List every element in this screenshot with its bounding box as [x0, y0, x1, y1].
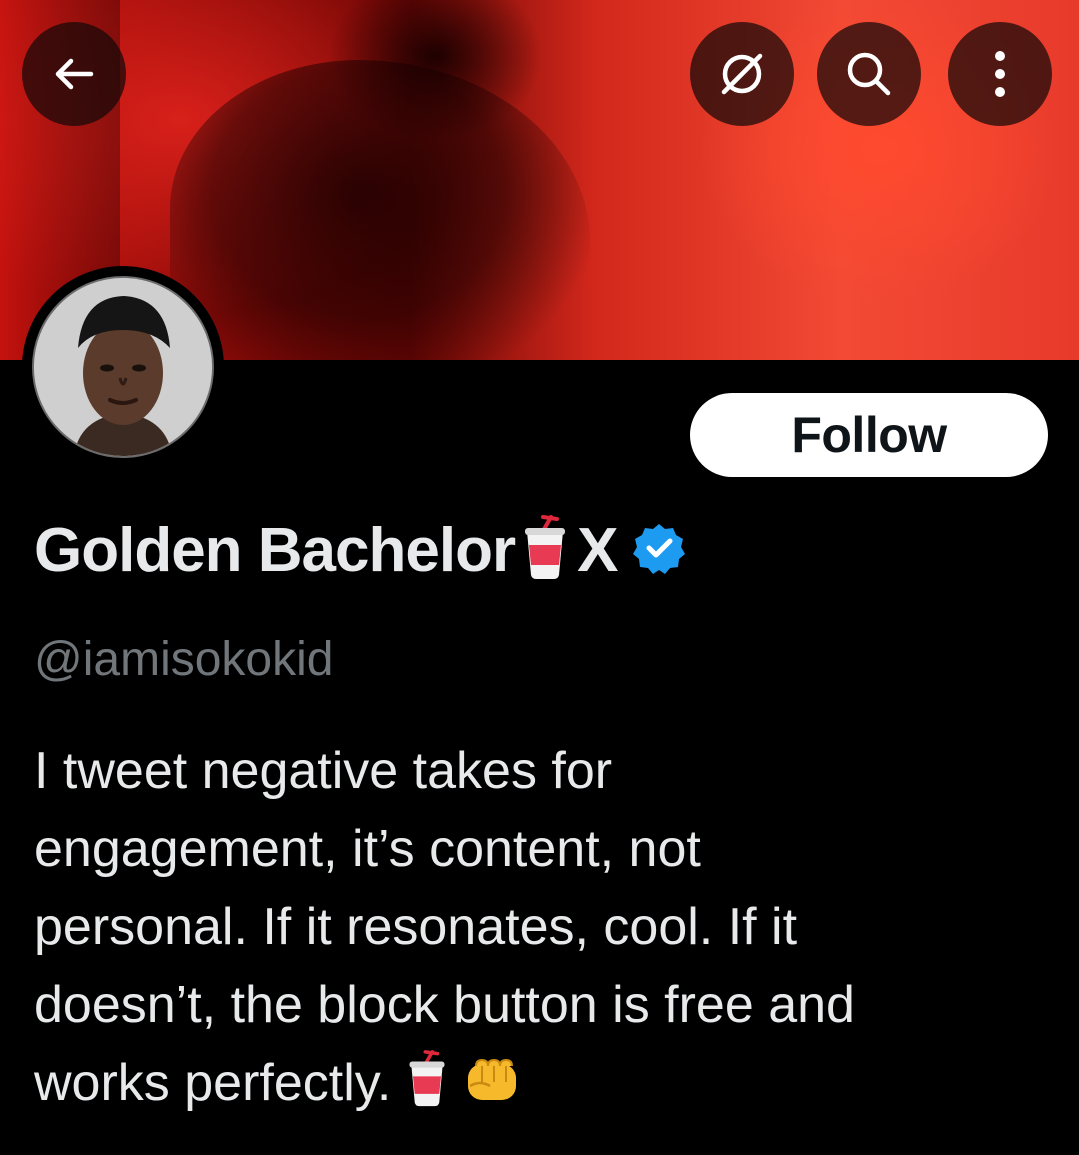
- search-button[interactable]: [817, 22, 921, 126]
- back-button[interactable]: [22, 22, 126, 126]
- bio-line: doesn’t, the block button is free and: [34, 976, 855, 1034]
- display-name-suffix: X: [577, 515, 619, 585]
- bio-line-text: works perfectly.: [34, 1054, 392, 1112]
- more-vertical-icon: [995, 51, 1005, 97]
- slashed-circle-icon: [721, 53, 763, 95]
- grok-button[interactable]: [690, 22, 794, 126]
- cup-with-straw-icon: [406, 1050, 448, 1130]
- search-icon: [847, 52, 891, 96]
- avatar[interactable]: [32, 276, 214, 458]
- display-name: Golden Bachelor: [34, 515, 516, 585]
- bio-line-last: works perfectly.: [34, 1044, 1044, 1122]
- follow-button[interactable]: Follow: [690, 393, 1048, 477]
- profile-bio: I tweet negative takes for engagement, i…: [34, 732, 1044, 1122]
- profile-handle: @iamisokokid: [34, 633, 334, 686]
- display-name-row: Golden Bachelor X: [34, 510, 686, 590]
- oncoming-fist-icon: [462, 1052, 522, 1130]
- banner-figure-head: [330, 0, 540, 140]
- more-button[interactable]: [948, 22, 1052, 126]
- bio-line: I tweet negative takes for: [34, 742, 613, 800]
- bio-line: engagement, it’s content, not: [34, 820, 701, 878]
- arrow-left-icon: [55, 58, 94, 90]
- verified-badge-icon[interactable]: [632, 521, 686, 580]
- avatar-container[interactable]: [22, 266, 224, 468]
- bio-line: personal. If it resonates, cool. If it: [34, 898, 798, 956]
- avatar-photo: [34, 278, 212, 456]
- cup-with-straw-icon: [521, 514, 569, 586]
